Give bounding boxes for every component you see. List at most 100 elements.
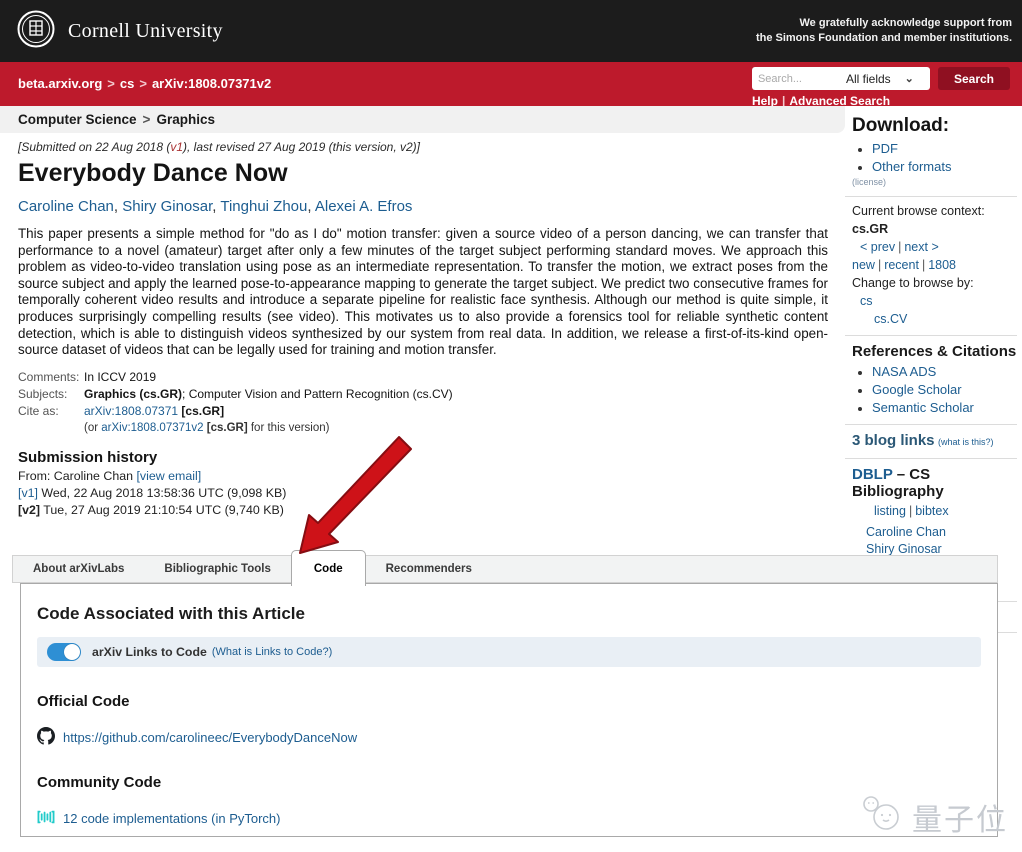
v2-version-tag: [v2] (18, 502, 41, 517)
page-title: Everybody Dance Now (18, 159, 288, 187)
subject-primary[interactable]: Computer Science (18, 112, 137, 127)
list-item: NASA ADS (872, 364, 1017, 379)
author-link[interactable]: Alexei A. Efros (315, 198, 413, 215)
breadcrumb-separator: > (139, 76, 147, 91)
cite-as-value: arXiv:1808.07371 [cs.GR] (or arXiv:1808.… (84, 403, 329, 436)
cornell-brand[interactable]: Cornell University (16, 9, 223, 54)
site-header: Cornell University We gratefully acknowl… (0, 0, 1022, 62)
arxiv-abs-page: Cornell University We gratefully acknowl… (0, 0, 1022, 852)
download-section: Download: PDF Other formats (license) (845, 108, 1017, 196)
change-browse-label: Change to browse by: (852, 276, 974, 290)
qbitai-watermark: 量子位 (858, 793, 1008, 841)
comments-row: Comments: In ICCV 2019 (18, 369, 840, 385)
toggle-label: arXiv Links to Code (92, 645, 207, 659)
v1-inline-link[interactable]: v1 (170, 140, 183, 154)
download-heading: Download: (852, 115, 950, 136)
browse-context-label: Current browse context: (852, 204, 985, 218)
new-link[interactable]: new (852, 258, 875, 272)
v1-version-link[interactable]: [v1] (18, 486, 38, 500)
nasa-ads-link[interactable]: NASA ADS (872, 364, 936, 379)
blog-links-link[interactable]: 3 blog links (852, 432, 935, 449)
community-code-row: 12 code implementations (in PyTorch) (37, 808, 997, 829)
author-link[interactable]: Shiry Ginosar (122, 198, 220, 215)
toggle-switch[interactable] (47, 643, 81, 661)
breadcrumb-article-link[interactable]: arXiv:1808.07371v2 (152, 76, 271, 91)
dblp-author-link[interactable]: Caroline Chan (866, 524, 1017, 541)
references-heading: References & Citations (852, 343, 1017, 360)
view-email-link[interactable]: [view email] (136, 469, 201, 483)
author-list: Caroline ChanShiry GinosarTinghui ZhouAl… (18, 198, 840, 215)
archive-link[interactable]: 1808 (928, 258, 956, 272)
community-code-link[interactable]: 12 code implementations (in PyTorch) (63, 811, 281, 826)
secondary-subjects: ; Computer Vision and Pattern Recognitio… (182, 386, 453, 401)
toggle-knob (64, 644, 80, 660)
author-link[interactable]: Tinghui Zhou (220, 198, 315, 215)
references-section: References & Citations NASA ADS Google S… (845, 335, 1017, 424)
field-selector[interactable]: All fields ⌄ (846, 72, 914, 86)
cs-link[interactable]: cs (860, 294, 873, 308)
dateline-post: ), last revised 27 Aug 2019 (this versio… (183, 140, 421, 154)
breadcrumb-site-link[interactable]: beta.arxiv.org (18, 76, 102, 91)
history-from-line: From: Caroline Chan [view email] (18, 469, 840, 483)
prev-link[interactable]: < prev (860, 240, 895, 254)
search-input[interactable] (757, 72, 844, 85)
arxiv-id-link[interactable]: arXiv:1808.07371 (84, 404, 178, 418)
license-link[interactable]: (license) (852, 177, 886, 187)
search-button[interactable]: Search (937, 67, 1010, 90)
semantic-scholar-link[interactable]: Semantic Scholar (872, 400, 974, 415)
official-code-link[interactable]: https://github.com/carolineec/EverybodyD… (63, 730, 357, 745)
code-panel-heading: Code Associated with this Article (37, 604, 305, 623)
support-acknowledgement: We gratefully acknowledge support from t… (756, 16, 1012, 46)
tab-about-arxivlabs[interactable]: About arXivLabs (13, 556, 144, 582)
what-is-this-link[interactable]: (what is this?) (938, 437, 994, 447)
cornell-seal-icon (16, 9, 56, 54)
red-navbar: beta.arxiv.org > cs > arXiv:1808.07371v2 All… (0, 62, 1022, 108)
list-item: Semantic Scholar (872, 400, 1017, 415)
v1-details: Wed, 22 Aug 2018 13:58:36 UTC (9,098 KB) (37, 485, 287, 500)
google-scholar-link[interactable]: Google Scholar (872, 382, 962, 397)
official-code-heading: Official Code (37, 693, 130, 710)
v2-details: Tue, 27 Aug 2019 21:10:54 UTC (9,740 KB) (40, 502, 284, 517)
field-selector-value: All fields (845, 71, 891, 86)
primary-subject: Graphics (cs.GR) (84, 386, 183, 401)
download-pdf-link[interactable]: PDF (872, 141, 898, 156)
subjects-label: Subjects: (18, 386, 68, 401)
breadcrumb-section-link[interactable]: cs (120, 76, 134, 91)
browse-by-cs: cs (860, 294, 1017, 308)
chevron-down-icon: ⌄ (904, 73, 914, 85)
abstract-text: This paper presents a simple method for … (18, 226, 828, 358)
tab-bibliographic-tools[interactable]: Bibliographic Tools (144, 556, 290, 582)
other-formats-link[interactable]: Other formats (872, 159, 951, 174)
from-label: From: (18, 468, 54, 483)
search-box: All fields ⌄ (751, 67, 930, 90)
dateline-pre: [Submitted on 22 Aug 2018 ( (18, 140, 171, 154)
dblp-link[interactable]: DBLP (852, 466, 893, 483)
browse-context-value: cs.GR (852, 222, 889, 236)
support-line-1: We gratefully acknowledge support from (799, 17, 1013, 30)
brand-name: Cornell University (68, 19, 223, 42)
github-icon (37, 727, 55, 748)
recent-link[interactable]: recent (884, 258, 919, 272)
subject-secondary[interactable]: Graphics (156, 112, 215, 127)
what-is-links-to-code-link[interactable]: (What is Links to Code?) (212, 646, 332, 658)
support-line-2: the Simons Foundation and member institu… (755, 32, 1012, 44)
browse-context-section: Current browse context: cs.GR < prev | nex… (845, 196, 1017, 335)
arxiv-class: [cs.GR] (181, 403, 225, 418)
qbitai-logo-icon (858, 793, 906, 841)
pipe-separator: | (877, 258, 882, 272)
pipe-separator: | (921, 258, 926, 272)
breadcrumb-separator: > (107, 76, 115, 91)
cite2-post: for this version) (247, 421, 330, 434)
arxiv-version-link[interactable]: arXiv:1808.07371v2 (101, 422, 203, 434)
cscv-link[interactable]: cs.CV (874, 312, 907, 326)
tab-recommenders[interactable]: Recommenders (366, 556, 492, 582)
author-link[interactable]: Caroline Chan (18, 198, 122, 215)
dblp-listing-link[interactable]: listing (874, 504, 906, 518)
next-link[interactable]: next > (904, 240, 938, 254)
dblp-bibtex-link[interactable]: bibtex (915, 504, 948, 518)
pipe-separator: | (908, 504, 913, 518)
tab-code[interactable]: Code (290, 550, 366, 586)
subject-header: Computer Science > Graphics (0, 106, 845, 133)
dblp-heading: DBLP – CS Bibliography (852, 466, 1017, 500)
arxivlabs-tab-strip: About arXivLabs Bibliographic Tools Code… (12, 550, 998, 586)
